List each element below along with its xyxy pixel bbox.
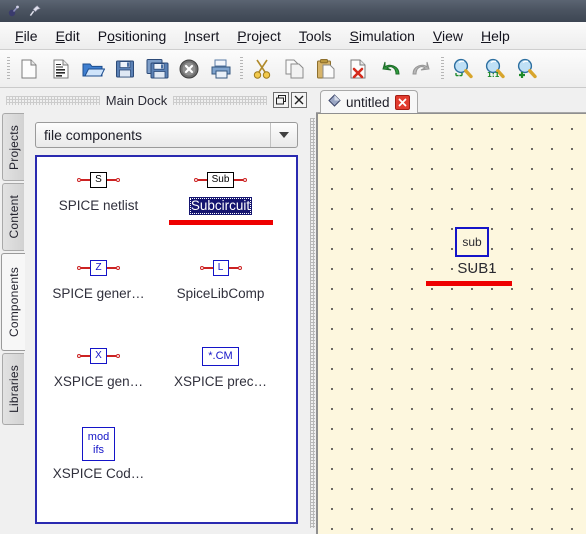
- pin-icon[interactable]: [28, 4, 42, 18]
- subcircuit-symbol-icon: Sub: [163, 163, 278, 197]
- menu-simulation[interactable]: Simulation: [341, 25, 424, 47]
- print-icon[interactable]: [205, 53, 237, 85]
- save-icon[interactable]: [109, 53, 141, 85]
- component-item[interactable]: L SpiceLibComp: [163, 251, 278, 306]
- placed-component-highlight-bar: [426, 281, 512, 286]
- spicelibcomp-symbol-icon: L: [163, 251, 278, 285]
- sidebar-item-label: Projects: [6, 124, 21, 170]
- schematic-canvas[interactable]: sub SUB1: [316, 113, 586, 534]
- tab-label: untitled: [346, 94, 390, 110]
- sidebar-item-label: Libraries: [6, 365, 21, 413]
- placed-symbol-text: sub: [462, 235, 482, 249]
- toolbar: 1:1: [0, 50, 586, 88]
- document-tab-strip: untitled: [316, 89, 586, 113]
- component-label: XSPICE gen…: [53, 374, 144, 389]
- panel-splitter[interactable]: [309, 111, 316, 534]
- component-highlight-bar: [168, 220, 273, 225]
- component-item[interactable]: X XSPICE gen…: [41, 339, 156, 394]
- menu-help[interactable]: Help: [472, 25, 519, 47]
- menu-project[interactable]: Project: [228, 25, 290, 47]
- component-label: SpiceLibComp: [176, 286, 265, 301]
- chevron-down-icon[interactable]: [270, 123, 297, 147]
- toolbar-separator: [438, 56, 447, 82]
- dock-header: Main Dock: [0, 89, 309, 111]
- new-file-icon[interactable]: [13, 53, 45, 85]
- close-document-icon[interactable]: [173, 53, 205, 85]
- app-icon: [6, 4, 20, 18]
- menu-positioning[interactable]: Positioning: [89, 25, 176, 47]
- new-text-file-icon[interactable]: [45, 53, 77, 85]
- delete-icon[interactable]: [342, 53, 374, 85]
- sidebar-item-content[interactable]: Content: [2, 183, 24, 251]
- sidebar-item-label: Components: [6, 266, 21, 338]
- svg-text:1:1: 1:1: [487, 71, 500, 79]
- menu-edit[interactable]: Edit: [47, 25, 89, 47]
- sidebar-item-label: Content: [6, 195, 21, 239]
- menu-insert[interactable]: Insert: [175, 25, 228, 47]
- save-all-icon[interactable]: [141, 53, 173, 85]
- spice-generator-symbol-icon: Z: [41, 251, 156, 285]
- dock-title: Main Dock: [105, 92, 168, 108]
- toolbar-separator: [237, 56, 246, 82]
- sidebar-item-components[interactable]: Components: [1, 253, 25, 351]
- placed-subcircuit-symbol[interactable]: sub: [455, 227, 489, 257]
- document-diamond-icon: [328, 94, 341, 110]
- component-item[interactable]: S SPICE netlist: [41, 163, 156, 218]
- component-item[interactable]: *.CM XSPICE prec…: [163, 339, 278, 394]
- components-panel: file components S SPICE netlist Sub Subc…: [26, 111, 309, 534]
- component-category-value: file components: [44, 127, 143, 143]
- open-folder-icon[interactable]: [77, 53, 109, 85]
- component-category-combo[interactable]: file components: [35, 122, 298, 148]
- application-window: File Edit Positioning Insert Project Too…: [0, 0, 586, 534]
- dock-tab-rail: Projects Content Components Libraries: [0, 111, 26, 534]
- zoom-one-to-one-icon[interactable]: 1:1: [479, 53, 511, 85]
- component-label: SPICE netlist: [58, 198, 139, 213]
- undo-icon[interactable]: [374, 53, 406, 85]
- dock-grip-left[interactable]: [6, 95, 100, 105]
- sidebar-item-projects[interactable]: Projects: [2, 113, 24, 181]
- component-item[interactable]: Z SPICE gener…: [41, 251, 156, 306]
- dock-float-button[interactable]: [273, 92, 290, 108]
- zoom-fit-icon[interactable]: [447, 53, 479, 85]
- tab-untitled[interactable]: untitled: [320, 90, 418, 113]
- title-bar: [0, 0, 586, 22]
- component-label-selected: Subcircuit: [188, 197, 253, 215]
- sidebar-item-libraries[interactable]: Libraries: [2, 353, 24, 425]
- toolbar-separator: [4, 56, 13, 82]
- placed-component-name: SUB1: [457, 260, 497, 277]
- component-item[interactable]: mod ifs XSPICE Cod…: [41, 423, 156, 486]
- component-label: XSPICE prec…: [173, 374, 268, 389]
- component-item[interactable]: Sub Subcircuit: [163, 163, 278, 225]
- spice-netlist-symbol-icon: S: [41, 163, 156, 197]
- redo-icon[interactable]: [406, 53, 438, 85]
- dock-close-button[interactable]: [291, 92, 308, 108]
- menu-bar: File Edit Positioning Insert Project Too…: [0, 22, 586, 50]
- dock-grip-right[interactable]: [173, 95, 268, 105]
- menu-tools[interactable]: Tools: [290, 25, 341, 47]
- xspice-codemodel-symbol-icon: mod ifs: [41, 423, 156, 465]
- xspice-generic-symbol-icon: X: [41, 339, 156, 373]
- tab-close-icon[interactable]: [394, 94, 410, 110]
- menu-view[interactable]: View: [424, 25, 472, 47]
- paste-icon[interactable]: [310, 53, 342, 85]
- copy-icon[interactable]: [278, 53, 310, 85]
- component-list[interactable]: S SPICE netlist Sub Subcircuit Z SPICE g…: [35, 155, 298, 524]
- cut-icon[interactable]: [246, 53, 278, 85]
- xspice-precompiled-symbol-icon: *.CM: [163, 339, 278, 373]
- zoom-in-icon[interactable]: [511, 53, 543, 85]
- canvas-grid: [318, 114, 586, 534]
- menu-file[interactable]: File: [6, 25, 47, 47]
- component-label: XSPICE Cod…: [52, 466, 145, 481]
- component-label: SPICE gener…: [52, 286, 145, 301]
